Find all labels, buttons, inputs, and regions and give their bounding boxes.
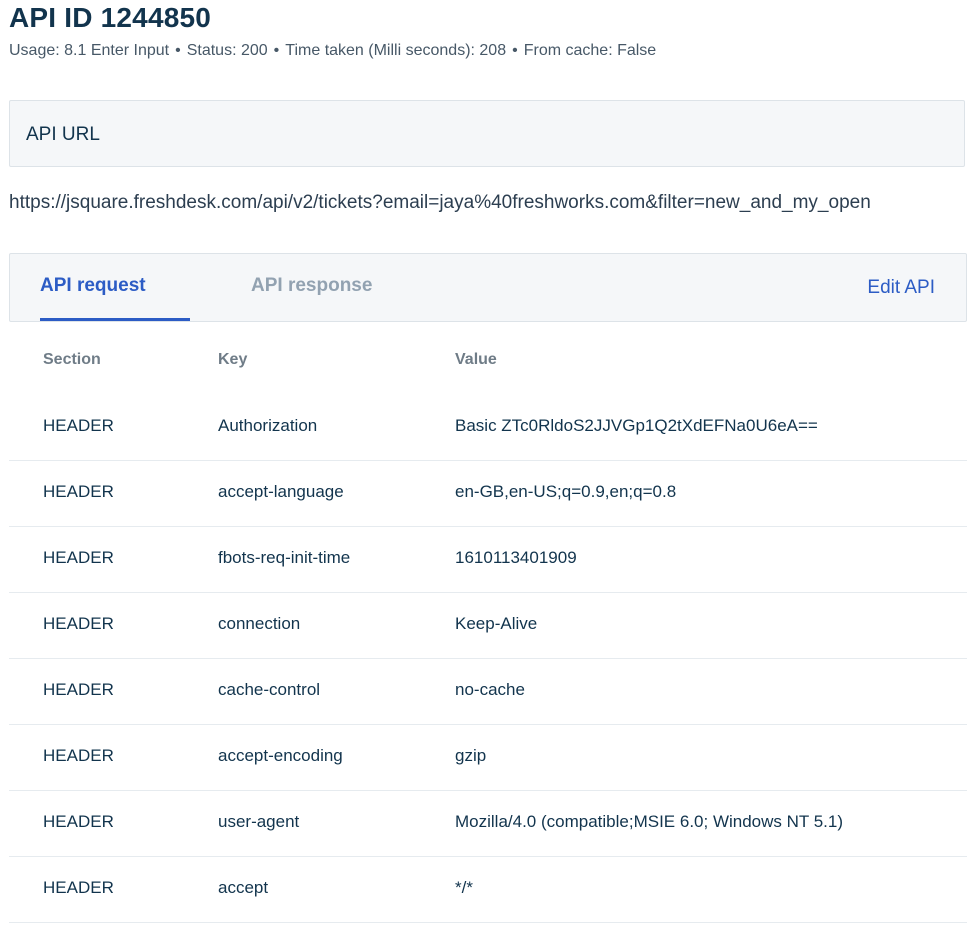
meta-separator: •	[273, 42, 280, 59]
api-request-table: Section Key Value HEADER Authorization Bas…	[9, 329, 967, 923]
row-key-cell: accept-language	[218, 482, 344, 501]
table-row: HEADER accept */*	[9, 857, 967, 923]
table-row: HEADER accept-encoding gzip	[9, 725, 967, 791]
usage-text: Usage: 8.1 Enter Input	[9, 42, 170, 59]
row-key-cell: Authorization	[218, 416, 318, 435]
table-row: HEADER Authorization Basic ZTc0RldoS2JJVGp…	[9, 395, 967, 461]
page-title: API ID 1244850	[9, 2, 212, 33]
row-key-cell: fbots-req-init-time	[218, 548, 351, 567]
row-value-cell: gzip	[455, 746, 487, 765]
edit-api-link[interactable]: Edit API	[867, 254, 935, 322]
table-row: HEADER connection Keep-Alive	[9, 593, 967, 659]
row-key-cell: accept-encoding	[218, 746, 343, 765]
api-url-panel: API URL	[9, 100, 965, 167]
row-value-cell: no-cache	[455, 680, 525, 699]
cache-text: From cache: False	[523, 42, 657, 59]
status-text: Status: 200	[186, 42, 268, 59]
row-value-cell: */*	[455, 878, 473, 897]
row-section-cell: HEADER	[43, 416, 114, 435]
table-row: HEADER fbots-req-init-time 1610113401909	[9, 527, 967, 593]
tab-api-request[interactable]: API request	[40, 254, 190, 321]
table-body: HEADER Authorization Basic ZTc0RldoS2JJVGp…	[9, 395, 967, 923]
row-section-cell: HEADER	[43, 812, 114, 831]
row-value-cell: Basic ZTc0RldoS2JJVGp1Q2tXdEFNa0U6eA==	[455, 416, 818, 435]
table-header: Section Key Value	[9, 329, 967, 395]
column-header-key: Key	[218, 351, 248, 368]
meta-separator: •	[175, 42, 181, 59]
row-section-cell: HEADER	[43, 614, 114, 633]
time-taken-text: Time taken (Milli seconds): 208	[285, 42, 507, 59]
row-key-cell: accept	[218, 878, 269, 897]
row-section-cell: HEADER	[43, 680, 114, 699]
row-value-cell: Mozilla/4.0 (compatible;MSIE 6.0; Window…	[455, 812, 843, 831]
row-key-cell: user-agent	[218, 812, 300, 831]
api-details-page: API ID 1244850 Usage: 8.1 Enter Input • St…	[0, 0, 974, 946]
meta-separator: •	[512, 42, 518, 59]
api-url-value: https://jsquare.freshdesk.com/api/v2/tic…	[9, 192, 871, 213]
row-value-cell: Keep-Alive	[455, 614, 538, 633]
api-url-label: API URL	[26, 124, 100, 145]
column-header-value: Value	[455, 351, 497, 368]
api-tab-bar: API request API response Edit API	[9, 253, 967, 322]
row-key-cell: connection	[218, 614, 301, 633]
column-header-section: Section	[43, 351, 101, 368]
api-meta-line: Usage: 8.1 Enter Input • Status: 200 • Time …	[9, 42, 656, 60]
row-value-cell: 1610113401909	[455, 548, 577, 567]
row-key-cell: cache-control	[218, 680, 321, 699]
table-row: HEADER cache-control no-cache	[9, 659, 967, 725]
row-section-cell: HEADER	[43, 878, 114, 897]
row-section-cell: HEADER	[43, 548, 114, 567]
row-section-cell: HEADER	[43, 482, 114, 501]
row-section-cell: HEADER	[43, 746, 114, 765]
table-row: HEADER accept-language en-GB,en-US;q=0.9,e…	[9, 461, 967, 527]
row-value-cell: en-GB,en-US;q=0.9,en;q=0.8	[455, 482, 677, 501]
table-row: HEADER user-agent Mozilla/4.0 (compatible;…	[9, 791, 967, 857]
tab-api-response[interactable]: API response	[251, 254, 372, 321]
